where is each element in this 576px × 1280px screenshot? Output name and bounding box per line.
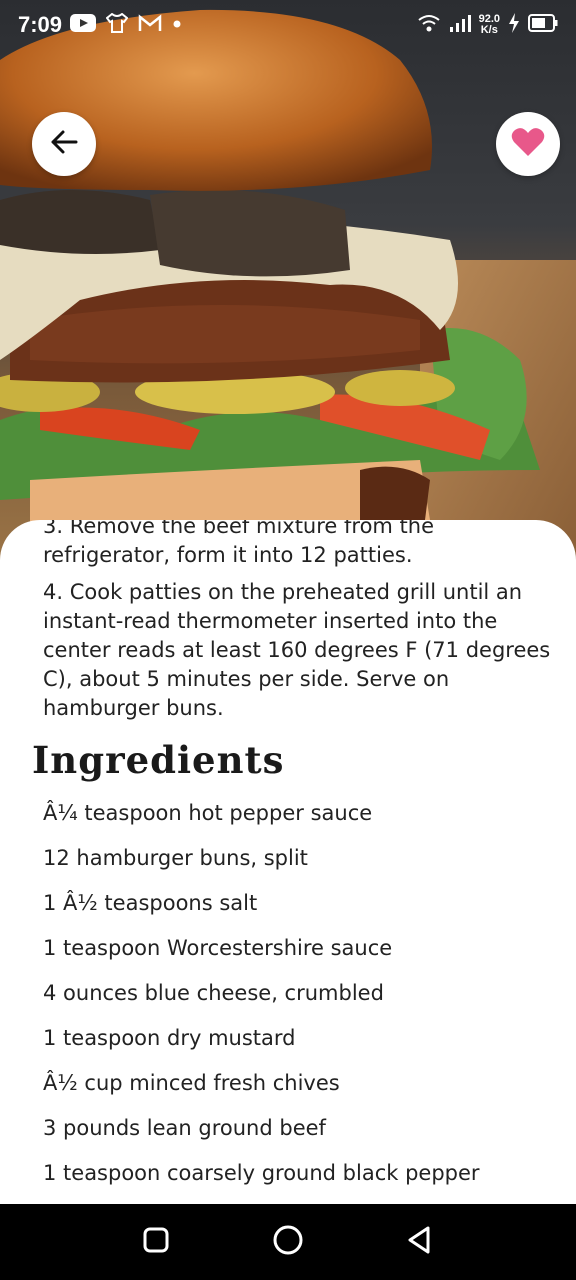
charging-icon [508,12,520,38]
back-button[interactable] [32,112,96,176]
ingredients-list: Â¼ teaspoon hot pepper sauce 12 hamburge… [43,798,553,1203]
recipe-hero-image [0,0,576,560]
net-speed: 92.0 K/s [479,14,500,36]
ingredient-item: Â¼ teaspoon hot pepper sauce [43,801,373,825]
instruction-step: 3. Remove the beef mixture from the refr… [43,520,435,567]
ingredient-item: 1 teaspoon Worcestershire sauce [43,936,393,960]
system-back-button[interactable] [390,1212,450,1272]
arrow-left-icon [49,127,79,161]
recents-button[interactable] [126,1212,186,1272]
favorite-button[interactable] [496,112,560,176]
status-time: 7:09 [18,12,63,37]
ingredient-item: 1 teaspoon coarsely ground black pepper [43,1161,480,1185]
instructions-list: 3. Remove the beef mixture from the refr… [43,520,553,731]
recipe-details-sheet[interactable]: 3. Remove the beef mixture from the refr… [0,520,576,1204]
dot-icon [172,16,182,34]
instruction-step: 4. Cook patties on the preheated grill u… [43,580,551,720]
status-bar: 7:09 92.0 K/s [0,0,576,50]
battery-icon [528,13,558,37]
recents-square-icon [142,1226,170,1258]
ingredient-item: Â½ cup minced fresh chives [43,1071,340,1095]
youtube-icon [70,13,97,37]
ingredient-item: 12 hamburger buns, split [43,846,308,870]
signal-icon [449,14,471,37]
burger-illustration [0,9,576,560]
ingredients-heading: Ingredients [32,738,285,782]
ingredient-item: 1 Â½ teaspoons salt [43,891,258,915]
ingredient-item: 4 ounces blue cheese, crumbled [43,981,384,1005]
shirt-icon [105,12,129,38]
system-navigation-bar [0,1204,576,1280]
home-button[interactable] [258,1212,318,1272]
heart-icon [511,127,545,161]
ingredient-item: 1 teaspoon dry mustard [43,1026,296,1050]
home-circle-icon [272,1224,304,1260]
gmail-icon [138,13,162,37]
net-speed-unit: K/s [480,24,498,36]
back-triangle-icon [406,1225,434,1259]
wifi-icon [417,13,441,38]
ingredient-item: 3 pounds lean ground beef [43,1116,326,1140]
